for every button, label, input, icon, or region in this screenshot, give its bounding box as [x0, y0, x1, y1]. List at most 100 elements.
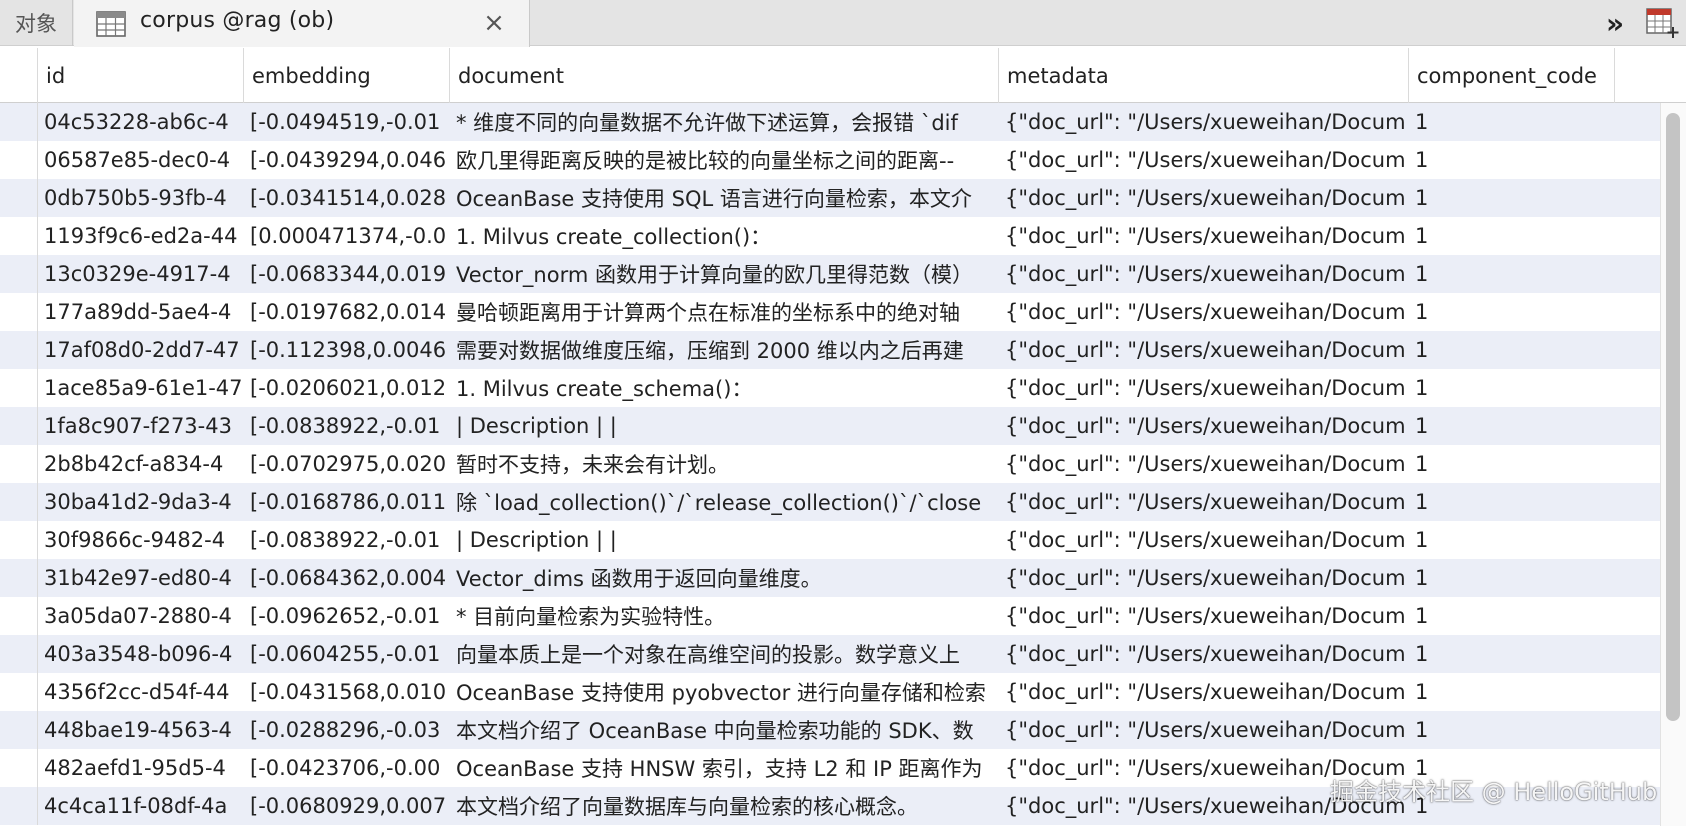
cell-component-code[interactable]: 1: [1409, 407, 1615, 445]
cell-document[interactable]: 1. Milvus create_schema()：: [450, 369, 999, 407]
row-gutter[interactable]: [0, 103, 38, 141]
table-row[interactable]: 1193f9c6-ed2a-44 [0.000471374,-0.0 1. Milv…: [0, 217, 1660, 255]
close-icon[interactable]: ×: [479, 8, 509, 38]
cell-document[interactable]: 1. Milvus create_collection()：: [450, 217, 999, 255]
cell-id[interactable]: 30f9866c-9482-4: [38, 521, 244, 559]
row-gutter[interactable]: [0, 407, 38, 445]
cell-id[interactable]: 1fa8c907-f273-43: [38, 407, 244, 445]
table-row[interactable]: 3a05da07-2880-4 [-0.0962652,-0.01 * 目前向量检索…: [0, 597, 1660, 635]
table-row[interactable]: 06587e85-dec0-4 [-0.0439294,0.046 欧几里得距离反映…: [0, 141, 1660, 179]
cell-metadata[interactable]: {"doc_url": "/Users/xueweihan/Docum: [999, 521, 1409, 559]
cell-id[interactable]: 17af08d0-2dd7-47: [38, 331, 244, 369]
cell-embedding[interactable]: [-0.0197682,0.014: [244, 293, 450, 331]
table-row[interactable]: 30ba41d2-9da3-4 [-0.0168786,0.011 除 `load_…: [0, 483, 1660, 521]
column-header-id[interactable]: id: [38, 48, 244, 103]
row-gutter[interactable]: [0, 635, 38, 673]
cell-metadata[interactable]: {"doc_url": "/Users/xueweihan/Docum: [999, 331, 1409, 369]
double-chevron-right-icon[interactable]: »: [1598, 6, 1632, 40]
row-gutter[interactable]: [0, 331, 38, 369]
cell-document[interactable]: | Description | |: [450, 407, 999, 445]
cell-id[interactable]: 3a05da07-2880-4: [38, 597, 244, 635]
cell-id[interactable]: 1ace85a9-61e1-47: [38, 369, 244, 407]
cell-metadata[interactable]: {"doc_url": "/Users/xueweihan/Docum: [999, 255, 1409, 293]
cell-id[interactable]: 177a89dd-5ae4-4: [38, 293, 244, 331]
cell-embedding[interactable]: [-0.0288296,-0.03: [244, 711, 450, 749]
cell-document[interactable]: Vector_dims 函数用于返回向量维度。: [450, 559, 999, 597]
cell-embedding[interactable]: [-0.0683344,0.019: [244, 255, 450, 293]
cell-metadata[interactable]: {"doc_url": "/Users/xueweihan/Docum: [999, 293, 1409, 331]
cell-id[interactable]: 04c53228-ab6c-4: [38, 103, 244, 141]
cell-id[interactable]: 448bae19-4563-4: [38, 711, 244, 749]
vertical-scrollbar[interactable]: [1660, 103, 1686, 826]
cell-document[interactable]: * 目前向量检索为实验特性。: [450, 597, 999, 635]
cell-document[interactable]: 本文档介绍了向量数据库与向量检索的核心概念。: [450, 787, 999, 825]
column-header-metadata[interactable]: metadata: [999, 48, 1409, 103]
cell-document[interactable]: 需要对数据做维度压缩，压缩到 2000 维以内之后再建: [450, 331, 999, 369]
cell-embedding[interactable]: [-0.0431568,0.010: [244, 673, 450, 711]
row-gutter[interactable]: [0, 179, 38, 217]
cell-embedding[interactable]: [-0.0962652,-0.01: [244, 597, 450, 635]
table-row[interactable]: 1ace85a9-61e1-47 [-0.0206021,0.012 1. Milv…: [0, 369, 1660, 407]
cell-id[interactable]: 30ba41d2-9da3-4: [38, 483, 244, 521]
cell-document[interactable]: 欧几里得距离反映的是被比较的向量坐标之间的距离--: [450, 141, 999, 179]
cell-metadata[interactable]: {"doc_url": "/Users/xueweihan/Docum: [999, 445, 1409, 483]
cell-component-code[interactable]: 1: [1409, 483, 1615, 521]
cell-embedding[interactable]: [-0.0168786,0.011: [244, 483, 450, 521]
cell-component-code[interactable]: 1: [1409, 103, 1615, 141]
cell-id[interactable]: 31b42e97-ed80-4: [38, 559, 244, 597]
cell-metadata[interactable]: {"doc_url": "/Users/xueweihan/Docum: [999, 559, 1409, 597]
cell-embedding[interactable]: [-0.0439294,0.046: [244, 141, 450, 179]
cell-embedding[interactable]: [-0.0604255,-0.01: [244, 635, 450, 673]
row-gutter[interactable]: [0, 217, 38, 255]
table-row[interactable]: 13c0329e-4917-4 [-0.0683344,0.019 Vector_n…: [0, 255, 1660, 293]
cell-id[interactable]: 4c4ca11f-08df-4a: [38, 787, 244, 825]
cell-id[interactable]: 0db750b5-93fb-4: [38, 179, 244, 217]
cell-component-code[interactable]: 1: [1409, 255, 1615, 293]
cell-document[interactable]: OceanBase 支持 HNSW 索引，支持 L2 和 IP 距离作为: [450, 749, 999, 787]
cell-document[interactable]: * 维度不同的向量数据不允许做下述运算，会报错 `dif: [450, 103, 999, 141]
cell-metadata[interactable]: {"doc_url": "/Users/xueweihan/Docum: [999, 407, 1409, 445]
column-header-document[interactable]: document: [450, 48, 999, 103]
tab-objects[interactable]: 对象: [0, 0, 73, 46]
column-header-embedding[interactable]: embedding: [244, 48, 450, 103]
cell-metadata[interactable]: {"doc_url": "/Users/xueweihan/Docum: [999, 369, 1409, 407]
cell-document[interactable]: 暂时不支持，未来会有计划。: [450, 445, 999, 483]
cell-component-code[interactable]: 1: [1409, 711, 1615, 749]
column-header-component-code[interactable]: component_code: [1409, 48, 1615, 103]
cell-component-code[interactable]: 1: [1409, 635, 1615, 673]
cell-component-code[interactable]: 1: [1409, 559, 1615, 597]
table-row[interactable]: 31b42e97-ed80-4 [-0.0684362,0.004 Vector_d…: [0, 559, 1660, 597]
table-row[interactable]: 04c53228-ab6c-4 [-0.0494519,-0.01 * 维度不同的向…: [0, 103, 1660, 141]
cell-id[interactable]: 06587e85-dec0-4: [38, 141, 244, 179]
cell-metadata[interactable]: {"doc_url": "/Users/xueweihan/Docum: [999, 635, 1409, 673]
row-gutter[interactable]: [0, 521, 38, 559]
row-gutter[interactable]: [0, 597, 38, 635]
table-add-icon[interactable]: [1644, 5, 1680, 41]
cell-document[interactable]: 向量本质上是一个对象在高维空间的投影。数学意义上: [450, 635, 999, 673]
cell-component-code[interactable]: 1: [1409, 293, 1615, 331]
row-gutter[interactable]: [0, 749, 38, 787]
row-gutter[interactable]: [0, 673, 38, 711]
cell-embedding[interactable]: [-0.0838922,-0.01: [244, 407, 450, 445]
cell-document[interactable]: | Description | |: [450, 521, 999, 559]
row-gutter[interactable]: [0, 559, 38, 597]
cell-embedding[interactable]: [-0.0680929,0.007: [244, 787, 450, 825]
table-row[interactable]: 403a3548-b096-4 [-0.0604255,-0.01 向量本质上是一个…: [0, 635, 1660, 673]
cell-document[interactable]: OceanBase 支持使用 SQL 语言进行向量检索，本文介: [450, 179, 999, 217]
cell-embedding[interactable]: [-0.0341514,0.028: [244, 179, 450, 217]
cell-component-code[interactable]: 1: [1409, 673, 1615, 711]
cell-component-code[interactable]: 1: [1409, 521, 1615, 559]
cell-id[interactable]: 1193f9c6-ed2a-44: [38, 217, 244, 255]
cell-embedding[interactable]: [-0.0423706,-0.00: [244, 749, 450, 787]
cell-document[interactable]: OceanBase 支持使用 pyobvector 进行向量存储和检索: [450, 673, 999, 711]
cell-component-code[interactable]: 1: [1409, 597, 1615, 635]
row-gutter[interactable]: [0, 445, 38, 483]
cell-embedding[interactable]: [-0.112398,0.0046: [244, 331, 450, 369]
cell-component-code[interactable]: 1: [1409, 179, 1615, 217]
row-gutter[interactable]: [0, 141, 38, 179]
cell-metadata[interactable]: {"doc_url": "/Users/xueweihan/Docum: [999, 673, 1409, 711]
cell-metadata[interactable]: {"doc_url": "/Users/xueweihan/Docum: [999, 217, 1409, 255]
cell-metadata[interactable]: {"doc_url": "/Users/xueweihan/Docum: [999, 483, 1409, 521]
row-gutter[interactable]: [0, 483, 38, 521]
cell-metadata[interactable]: {"doc_url": "/Users/xueweihan/Docum: [999, 103, 1409, 141]
